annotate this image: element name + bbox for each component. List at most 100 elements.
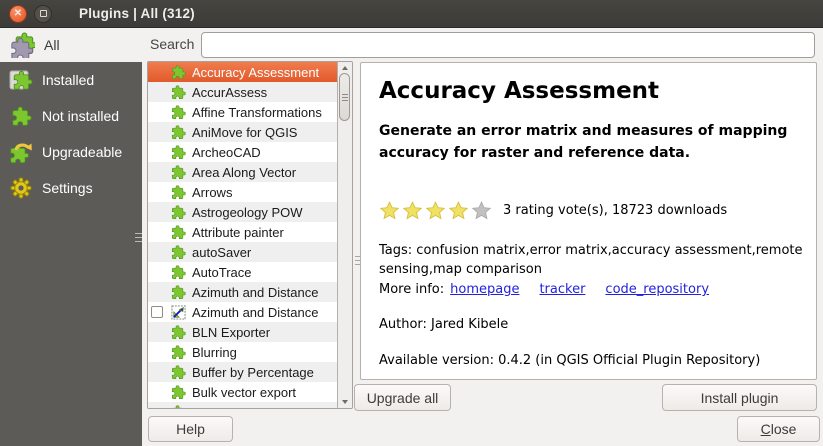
plugin-list-item[interactable]: Bulk vector export: [148, 382, 337, 402]
plugin-checkbox[interactable]: [151, 306, 163, 318]
not-installed-icon: [9, 104, 33, 128]
window-title: Plugins | All (312): [79, 6, 195, 21]
plugin-icon: [171, 405, 186, 409]
installed-icon: [9, 68, 33, 92]
plugin-list-item[interactable]: ArcheoCAD: [148, 142, 337, 162]
plugin-name: Azimuth and Distance: [192, 305, 318, 320]
plugin-icon: [171, 285, 186, 300]
plugin-name: Blurring: [192, 345, 237, 360]
homepage-link[interactable]: homepage: [450, 282, 519, 297]
plugin-list-item[interactable]: BLN Exporter: [148, 322, 337, 342]
install-plugin-button[interactable]: Install plugin: [662, 384, 817, 411]
plugin-icon: [171, 365, 186, 380]
plugin-list-item[interactable]: AutoTrace: [148, 262, 337, 282]
scrollbar-thumb[interactable]: [339, 73, 350, 121]
plugin-list-item[interactable]: Attribute painter: [148, 222, 337, 242]
plugin-list-item[interactable]: autoSaver: [148, 242, 337, 262]
plugin-list-item[interactable]: [148, 402, 337, 408]
plugin-icon: [171, 165, 186, 180]
star-icon: [471, 200, 492, 221]
plugin-list-item[interactable]: AniMove for QGIS: [148, 122, 337, 142]
sidebar-splitter-handle[interactable]: [135, 237, 142, 238]
all-plugins-icon: [9, 32, 35, 58]
plugin-list-item[interactable]: Blurring: [148, 342, 337, 362]
plugin-name: AniMove for QGIS: [192, 125, 297, 140]
plugin-name: ArcheoCAD: [192, 145, 261, 160]
plugin-name: Accuracy Assessment: [192, 65, 319, 80]
scroll-up-icon[interactable]: [338, 63, 352, 73]
plugin-list-item[interactable]: Buffer by Percentage: [148, 362, 337, 382]
sidebar-item-label: Settings: [42, 180, 93, 196]
sidebar-item-label: Upgradeable: [42, 144, 122, 160]
plugin-name: BLN Exporter: [192, 325, 270, 340]
plugin-name: Azimuth and Distance: [192, 285, 318, 300]
titlebar: ✕ Plugins | All (312): [0, 0, 823, 28]
plugin-icon: [171, 125, 186, 140]
plugin-name: autoSaver: [192, 245, 251, 260]
sidebar: All Installed Not installed Upgradeable: [0, 28, 142, 446]
plugin-name: Buffer by Percentage: [192, 365, 314, 380]
star-icon: [402, 200, 423, 221]
window-restore-icon[interactable]: [34, 5, 52, 23]
star-icon: [379, 200, 400, 221]
plugin-name: Area Along Vector: [192, 165, 296, 180]
help-label: Help: [176, 421, 205, 437]
code-repository-link[interactable]: code_repository: [605, 282, 709, 297]
upgrade-all-button[interactable]: Upgrade all: [354, 384, 451, 411]
gear-icon: [9, 176, 33, 200]
plugin-icon: [171, 245, 186, 260]
sidebar-item-all[interactable]: All: [0, 28, 142, 62]
plugin-name: Attribute painter: [192, 225, 284, 240]
rating-text: 3 rating vote(s), 18723 downloads: [503, 203, 727, 218]
plugin-icon: [171, 85, 186, 100]
plugin-icon: [171, 325, 186, 340]
sidebar-item-installed[interactable]: Installed: [0, 62, 142, 98]
install-plugin-label: Install plugin: [701, 390, 779, 406]
plugin-title: Accuracy Assessment: [379, 78, 798, 104]
plugin-icon: [171, 205, 186, 220]
plugin-description: Generate an error matrix and measures of…: [379, 121, 804, 164]
plugin-list-item[interactable]: Area Along Vector: [148, 162, 337, 182]
sidebar-item-upgradeable[interactable]: Upgradeable: [0, 134, 142, 170]
tracker-link[interactable]: tracker: [539, 282, 585, 297]
star-icon: [448, 200, 469, 221]
star-icon: [425, 200, 446, 221]
upgradeable-icon: [9, 140, 33, 164]
plugin-icon: [171, 265, 186, 280]
more-info-line: More info:homepagetrackercode_repository: [379, 282, 798, 297]
list-scrollbar[interactable]: [337, 62, 352, 408]
plugin-icon: [171, 105, 186, 120]
azimuth-chart-icon: [171, 305, 186, 320]
plugin-name: Astrogeology POW: [192, 205, 303, 220]
plugin-details-panel: Accuracy Assessment Generate an error ma…: [360, 62, 817, 380]
sidebar-item-not-installed[interactable]: Not installed: [0, 98, 142, 134]
plugin-name: Bulk vector export: [192, 385, 296, 400]
plugin-icon: [171, 145, 186, 160]
plugin-list-item[interactable]: AccurAssess: [148, 82, 337, 102]
plugin-list: Accuracy Assessment AccurAssess Affine T…: [147, 61, 353, 409]
plugin-list-item[interactable]: Azimuth and Distance: [148, 302, 337, 322]
plugin-name: Affine Transformations: [192, 105, 322, 120]
plugin-list-item[interactable]: Astrogeology POW: [148, 202, 337, 222]
search-input[interactable]: [201, 32, 815, 58]
plugin-name: Arrows: [192, 185, 232, 200]
plugin-list-item[interactable]: Accuracy Assessment: [148, 62, 337, 82]
sidebar-item-label: All: [44, 37, 60, 53]
plugin-icon: [171, 65, 186, 80]
plugin-version: Available version: 0.4.2 (in QGIS Offici…: [379, 353, 798, 368]
rating-row: 3 rating vote(s), 18723 downloads: [379, 200, 798, 221]
plugin-list-item[interactable]: Affine Transformations: [148, 102, 337, 122]
window-close-icon[interactable]: ✕: [9, 5, 27, 23]
close-label-accel: C: [761, 421, 771, 437]
search-label: Search: [150, 36, 194, 52]
plugin-tags: Tags: confusion matrix,error matrix,accu…: [379, 242, 809, 280]
help-button[interactable]: Help: [148, 416, 233, 442]
scroll-down-icon[interactable]: [338, 397, 352, 407]
close-button[interactable]: Close: [737, 416, 820, 442]
plugin-list-item[interactable]: Arrows: [148, 182, 337, 202]
plugin-icon: [171, 185, 186, 200]
plugin-author: Author: Jared Kibele: [379, 317, 798, 332]
sidebar-item-settings[interactable]: Settings: [0, 170, 142, 206]
plugin-icon: [171, 345, 186, 360]
plugin-list-item[interactable]: Azimuth and Distance: [148, 282, 337, 302]
